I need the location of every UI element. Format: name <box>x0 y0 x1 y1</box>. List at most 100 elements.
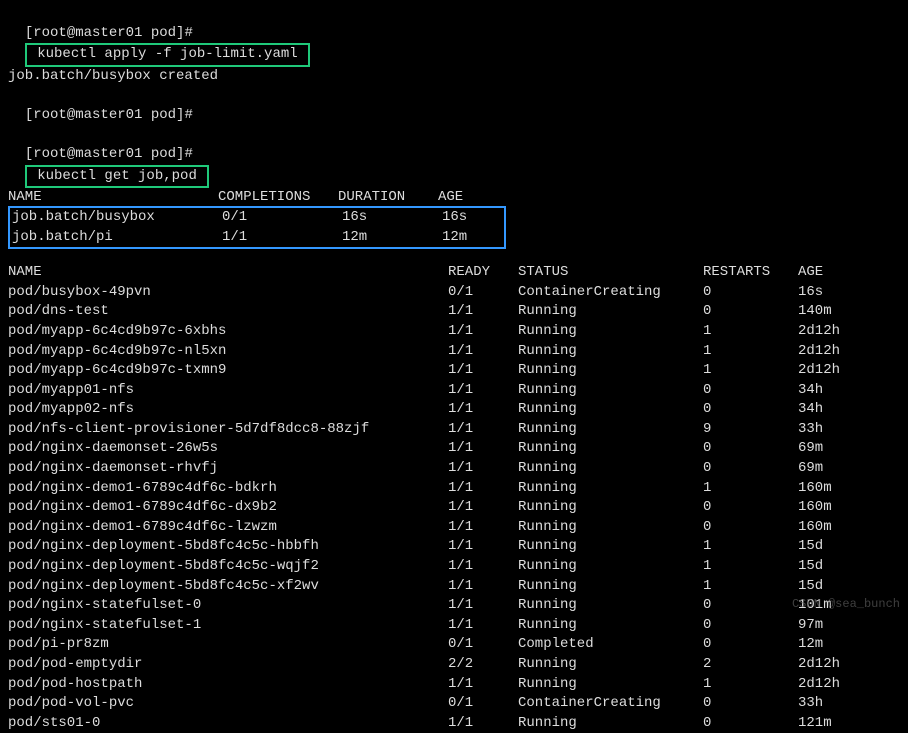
table-row: pod/nginx-demo1-6789c4df6c-lzwzm1/1Runni… <box>8 518 900 538</box>
table-row: pod/pi-pr8zm0/1Completed012m <box>8 635 900 655</box>
pod-restarts: 0 <box>703 400 798 420</box>
job-age: 12m <box>442 228 502 248</box>
table-row: pod/pod-hostpath1/1Running12d12h <box>8 675 900 695</box>
pod-age: 2d12h <box>798 675 878 695</box>
pod-age: 2d12h <box>798 361 878 381</box>
table-row: pod/nginx-statefulset-11/1Running097m <box>8 616 900 636</box>
table-row: pod/nginx-demo1-6789c4df6c-bdkrh1/1Runni… <box>8 479 900 499</box>
command-kubectl-apply: kubectl apply -f job-limit.yaml <box>25 43 310 67</box>
job-duration: 16s <box>342 208 442 228</box>
pod-ready: 1/1 <box>448 518 518 538</box>
pod-table-body: pod/busybox-49pvn0/1ContainerCreating016… <box>8 283 900 733</box>
pod-status: ContainerCreating <box>518 283 703 303</box>
pod-status: Running <box>518 479 703 499</box>
pod-name: pod/pi-pr8zm <box>8 635 448 655</box>
job-highlight-box: job.batch/busybox 0/1 16s 16s job.batch/… <box>8 206 506 249</box>
pod-ready: 1/1 <box>448 479 518 499</box>
pod-restarts: 0 <box>703 616 798 636</box>
pod-ready: 1/1 <box>448 714 518 733</box>
pod-restarts: 1 <box>703 322 798 342</box>
pod-name: pod/nginx-demo1-6789c4df6c-bdkrh <box>8 479 448 499</box>
pod-ready: 1/1 <box>448 381 518 401</box>
pod-restarts: 0 <box>703 518 798 538</box>
pod-age: 160m <box>798 498 878 518</box>
table-row: pod/nginx-daemonset-rhvfj1/1Running069m <box>8 459 900 479</box>
pod-restarts: 1 <box>703 577 798 597</box>
pod-restarts: 0 <box>703 714 798 733</box>
table-row: pod/dns-test1/1Running0140m <box>8 302 900 322</box>
pod-status: Running <box>518 596 703 616</box>
col-header-restarts: RESTARTS <box>703 263 798 283</box>
job-age: 16s <box>442 208 502 228</box>
pod-ready: 1/1 <box>448 596 518 616</box>
pod-name: pod/myapp01-nfs <box>8 381 448 401</box>
pod-status: Running <box>518 302 703 322</box>
col-header-age: AGE <box>798 263 878 283</box>
pod-restarts: 2 <box>703 655 798 675</box>
pod-name: pod/nginx-deployment-5bd8fc4c5c-xf2wv <box>8 577 448 597</box>
pod-restarts: 0 <box>703 459 798 479</box>
table-row: pod/nfs-client-provisioner-5d7df8dcc8-88… <box>8 420 900 440</box>
pod-name: pod/nginx-demo1-6789c4df6c-dx9b2 <box>8 498 448 518</box>
pod-age: 160m <box>798 518 878 538</box>
pod-name: pod/myapp-6c4cd9b97c-nl5xn <box>8 342 448 362</box>
col-header-status: STATUS <box>518 263 703 283</box>
pod-restarts: 9 <box>703 420 798 440</box>
pod-status: Running <box>518 381 703 401</box>
pod-age: 33h <box>798 420 878 440</box>
pod-ready: 1/1 <box>448 342 518 362</box>
pod-ready: 0/1 <box>448 694 518 714</box>
pod-status: Running <box>518 400 703 420</box>
pod-ready: 1/1 <box>448 420 518 440</box>
pod-name: pod/nginx-statefulset-1 <box>8 616 448 636</box>
pod-status: Running <box>518 420 703 440</box>
pod-age: 33h <box>798 694 878 714</box>
pod-restarts: 0 <box>703 498 798 518</box>
pod-status: Running <box>518 577 703 597</box>
pod-age: 69m <box>798 439 878 459</box>
pod-age: 15d <box>798 577 878 597</box>
pod-name: pod/myapp-6c4cd9b97c-6xbhs <box>8 322 448 342</box>
pod-status: Running <box>518 518 703 538</box>
prompt: [root@master01 pod]# <box>25 107 193 123</box>
pod-status: Running <box>518 655 703 675</box>
table-row: pod/nginx-deployment-5bd8fc4c5c-hbbfh1/1… <box>8 537 900 557</box>
pod-age: 34h <box>798 400 878 420</box>
table-row: pod/nginx-demo1-6789c4df6c-dx9b21/1Runni… <box>8 498 900 518</box>
pod-ready: 1/1 <box>448 439 518 459</box>
pod-ready: 1/1 <box>448 675 518 695</box>
pod-status: Running <box>518 342 703 362</box>
pod-restarts: 1 <box>703 342 798 362</box>
job-name: job.batch/busybox <box>12 208 222 228</box>
col-header-ready: READY <box>448 263 518 283</box>
pod-age: 97m <box>798 616 878 636</box>
pod-ready: 2/2 <box>448 655 518 675</box>
pod-age: 15d <box>798 557 878 577</box>
pod-age: 140m <box>798 302 878 322</box>
table-row: pod/pod-emptydir2/2Running22d12h <box>8 655 900 675</box>
pod-name: pod/pod-vol-pvc <box>8 694 448 714</box>
pod-ready: 1/1 <box>448 557 518 577</box>
pod-status: Running <box>518 322 703 342</box>
table-row: job.batch/busybox 0/1 16s 16s <box>12 208 502 228</box>
table-row: pod/myapp01-nfs1/1Running034h <box>8 381 900 401</box>
job-completions: 0/1 <box>222 208 342 228</box>
pod-name: pod/nginx-deployment-5bd8fc4c5c-hbbfh <box>8 537 448 557</box>
pod-name: pod/nginx-daemonset-26w5s <box>8 439 448 459</box>
job-completions: 1/1 <box>222 228 342 248</box>
col-header-name: NAME <box>8 263 448 283</box>
pod-ready: 1/1 <box>448 537 518 557</box>
pod-age: 2d12h <box>798 342 878 362</box>
pod-ready: 1/1 <box>448 400 518 420</box>
pod-name: pod/nfs-client-provisioner-5d7df8dcc8-88… <box>8 420 448 440</box>
pod-ready: 1/1 <box>448 302 518 322</box>
table-row: pod/myapp02-nfs1/1Running034h <box>8 400 900 420</box>
pod-age: 2d12h <box>798 322 878 342</box>
pod-status: Running <box>518 459 703 479</box>
pod-name: pod/sts01-0 <box>8 714 448 733</box>
pod-status: Running <box>518 616 703 636</box>
pod-name: pod/nginx-deployment-5bd8fc4c5c-wqjf2 <box>8 557 448 577</box>
pod-restarts: 1 <box>703 537 798 557</box>
prompt: [root@master01 pod]# <box>25 146 193 162</box>
table-row: pod/myapp-6c4cd9b97c-txmn91/1Running12d1… <box>8 361 900 381</box>
